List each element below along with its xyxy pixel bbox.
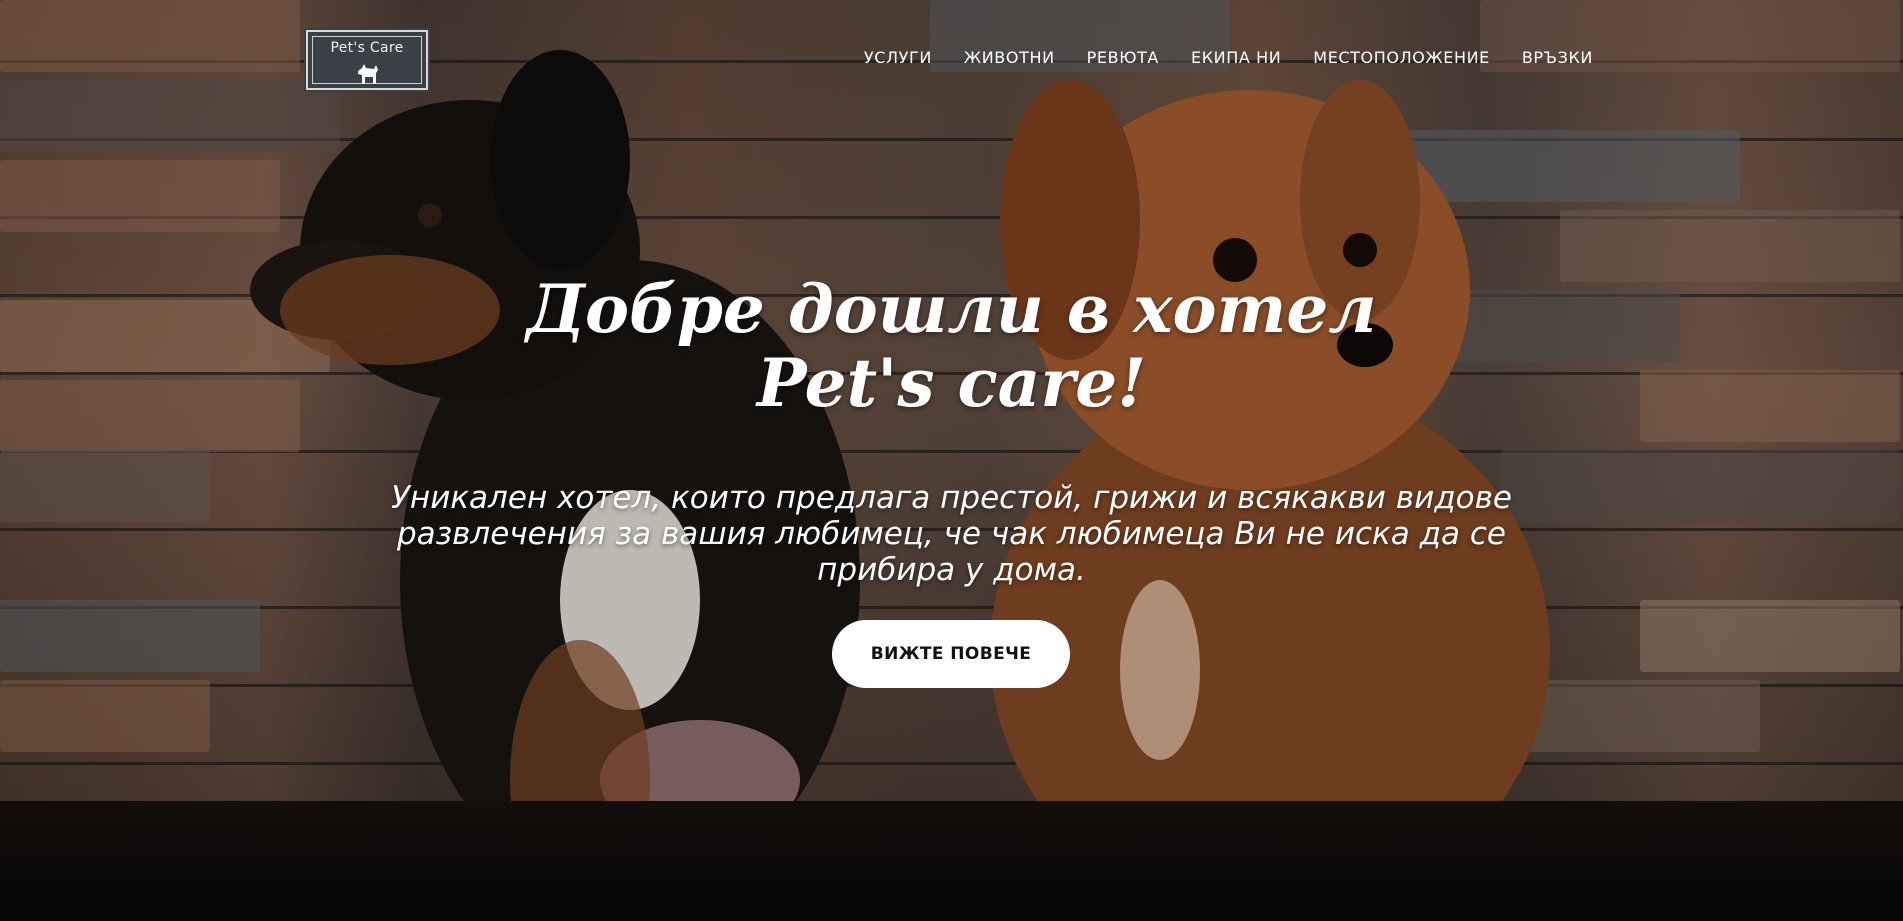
hero-subtitle-line-3: прибира у дома.	[817, 552, 1086, 588]
floor	[0, 801, 1903, 921]
hero-title: Добре дошли в хотел Pet's care!	[300, 272, 1603, 420]
nav-item-animals[interactable]: ЖИВОТНИ	[964, 48, 1055, 67]
hero-section: Pet's Care УСЛУГИ ЖИВОТНИ РЕВЮТА ЕКИПА Н…	[0, 0, 1903, 921]
hero-subtitle-line-2: развлечения за вашия любимец, че чак люб…	[396, 516, 1507, 552]
nav-item-contacts[interactable]: ВРЪЗКИ	[1522, 48, 1593, 67]
hero-subtitle-line-1: Уникален хотел, които предлага престой, …	[391, 480, 1512, 516]
main-nav: УСЛУГИ ЖИВОТНИ РЕВЮТА ЕКИПА НИ МЕСТОПОЛО…	[864, 48, 1593, 67]
black-puppy-image	[250, 50, 860, 920]
nav-item-team[interactable]: ЕКИПА НИ	[1191, 48, 1281, 67]
hero-subtitle: Уникален хотел, които предлага престой, …	[300, 480, 1603, 588]
nav-item-services[interactable]: УСЛУГИ	[864, 48, 932, 67]
logo[interactable]: Pet's Care	[304, 28, 430, 92]
dog-icon	[358, 64, 378, 84]
nav-item-reviews[interactable]: РЕВЮТА	[1087, 48, 1159, 67]
hero-title-line-2: Pet's care!	[756, 344, 1147, 422]
learn-more-button[interactable]: ВИЖТЕ ПОВЕЧЕ	[832, 620, 1070, 688]
logo-text: Pet's Care	[330, 40, 404, 56]
nav-item-location[interactable]: МЕСТОПОЛОЖЕНИЕ	[1313, 48, 1490, 67]
hero-title-line-1: Добре дошли в хотел	[526, 270, 1377, 348]
